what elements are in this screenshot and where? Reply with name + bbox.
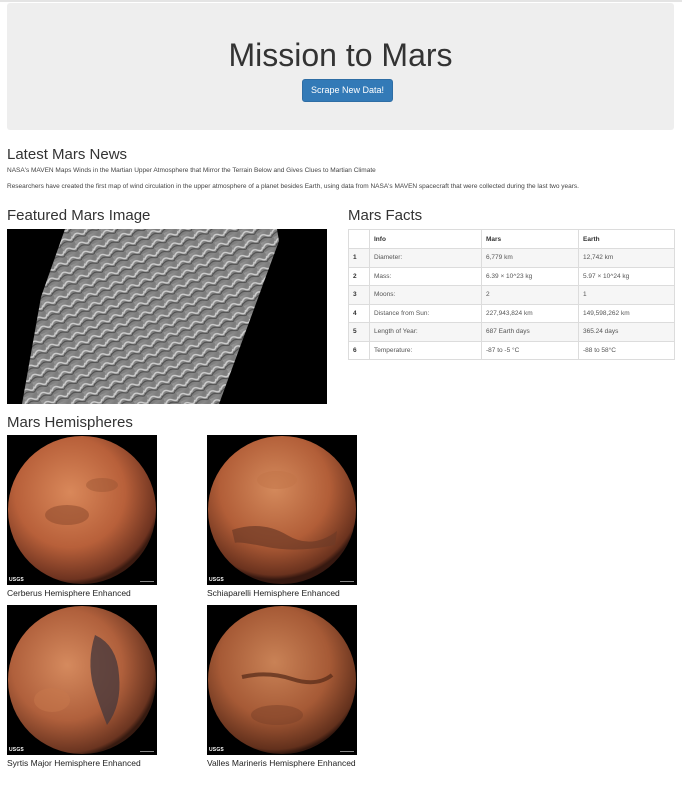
mars-globe-graphic [208, 436, 356, 584]
mars-facts-table: Info Mars Earth 1 Diameter: 6,779 km 12,… [348, 229, 675, 360]
info-cell: Distance from Sun: [369, 303, 482, 323]
hemisphere-caption[interactable]: Schiaparelli Hemisphere Enhanced [207, 588, 377, 598]
table-row: 4 Distance from Sun: 227,943,824 km 149,… [348, 303, 675, 323]
earth-cell: 365.24 days [578, 322, 675, 342]
mars-cell: 2 [481, 285, 579, 305]
table-header-row: Info Mars Earth [348, 229, 675, 249]
table-row: 2 Mass: 6.39 × 10^23 kg 5.97 × 10^24 kg [348, 266, 675, 286]
row-index: 5 [348, 322, 370, 342]
earth-cell: 12,742 km [578, 248, 675, 268]
mars-globe-graphic [8, 606, 156, 754]
info-cell: Temperature: [369, 340, 482, 360]
table-row: 5 Length of Year: 687 Earth days 365.24 … [348, 322, 675, 342]
earth-cell: 1 [578, 285, 675, 305]
news-paragraph: Researchers have created the first map o… [7, 183, 579, 190]
page-title: Mission to Mars [228, 37, 453, 73]
featured-mars-image [7, 229, 327, 404]
row-index: 1 [348, 248, 370, 268]
earth-cell: 5.97 × 10^24 kg [578, 266, 675, 286]
hemispheres-heading: Mars Hemispheres [7, 414, 133, 431]
credit-line [140, 751, 154, 752]
info-cell: Moons: [369, 285, 482, 305]
earth-cell: 149,598,262 km [578, 303, 675, 323]
usgs-logo: USGS [9, 747, 24, 753]
info-cell: Diameter: [369, 248, 482, 268]
mars-cell: 227,943,824 km [481, 303, 579, 323]
hemisphere-caption[interactable]: Cerberus Hemisphere Enhanced [7, 588, 177, 598]
hemisphere-card-cerberus[interactable]: USGS Cerberus Hemisphere Enhanced [7, 435, 177, 598]
mars-cell: 6,779 km [481, 248, 579, 268]
table-row: 3 Moons: 2 1 [348, 285, 675, 305]
row-index: 2 [348, 266, 370, 286]
table-row: 1 Diameter: 6,779 km 12,742 km [348, 248, 675, 268]
usgs-logo: USGS [9, 577, 24, 583]
credit-line [340, 751, 354, 752]
mars-facts-heading: Mars Facts [348, 207, 423, 224]
hemisphere-caption[interactable]: Valles Marineris Hemisphere Enhanced [207, 758, 377, 768]
credit-line [340, 581, 354, 582]
row-index: 4 [348, 303, 370, 323]
info-cell: Length of Year: [369, 322, 482, 342]
schiaparelli-hemisphere-image[interactable]: USGS [207, 435, 357, 585]
usgs-logo: USGS [209, 747, 224, 753]
hemisphere-caption[interactable]: Syrtis Major Hemisphere Enhanced [7, 758, 177, 768]
top-border [0, 0, 682, 2]
hemisphere-card-schiaparelli[interactable]: USGS Schiaparelli Hemisphere Enhanced [207, 435, 377, 598]
info-cell: Mass: [369, 266, 482, 286]
hemisphere-card-valles-marineris[interactable]: USGS Valles Marineris Hemisphere Enhance… [207, 605, 377, 768]
credit-line [140, 581, 154, 582]
table-row: 6 Temperature: -87 to -5 °C -88 to 58°C [348, 340, 675, 360]
mars-cell: 687 Earth days [481, 322, 579, 342]
valles-marineris-hemisphere-image[interactable]: USGS [207, 605, 357, 755]
header-jumbotron: Mission to Mars Scrape New Data! [7, 3, 674, 130]
featured-image-heading: Featured Mars Image [7, 207, 151, 224]
cerberus-hemisphere-image[interactable]: USGS [7, 435, 157, 585]
scrape-new-data-button[interactable]: Scrape New Data! [302, 79, 393, 102]
column-header: Info [369, 229, 482, 249]
column-header: Mars [481, 229, 579, 249]
mars-cell: 6.39 × 10^23 kg [481, 266, 579, 286]
column-header [348, 229, 370, 249]
news-title: NASA's MAVEN Maps Winds in the Martian U… [7, 167, 376, 174]
row-index: 3 [348, 285, 370, 305]
featured-image-graphic [22, 229, 279, 404]
mars-globe-graphic [8, 436, 156, 584]
hemisphere-card-syrtis-major[interactable]: USGS Syrtis Major Hemisphere Enhanced [7, 605, 177, 768]
earth-cell: -88 to 58°C [578, 340, 675, 360]
mars-cell: -87 to -5 °C [481, 340, 579, 360]
usgs-logo: USGS [209, 577, 224, 583]
news-heading: Latest Mars News [7, 146, 128, 163]
row-index: 6 [348, 340, 370, 360]
mars-globe-graphic [208, 606, 356, 754]
syrtis-major-hemisphere-image[interactable]: USGS [7, 605, 157, 755]
column-header: Earth [578, 229, 675, 249]
